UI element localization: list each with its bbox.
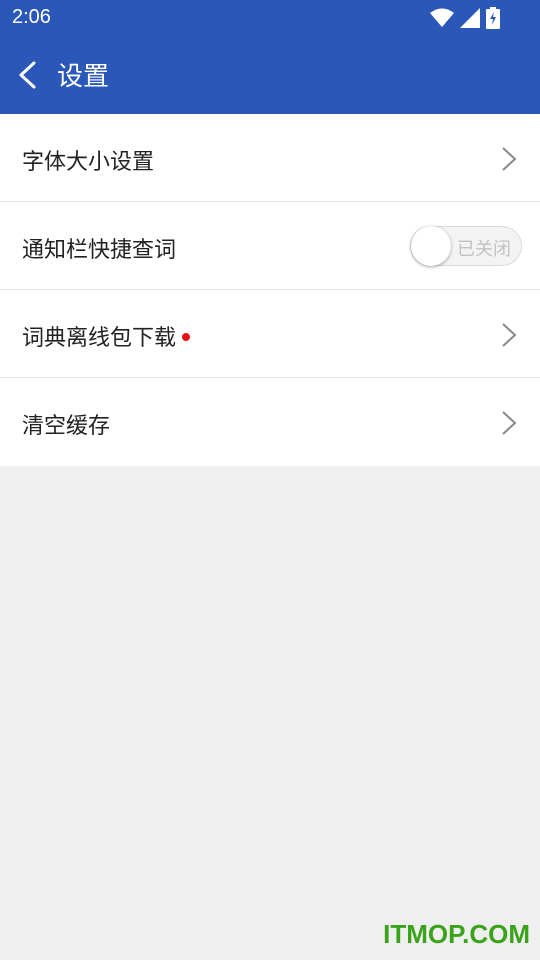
settings-item-offline-dictionary[interactable]: 词典离线包下载 [0, 290, 540, 378]
settings-item-notification-lookup: 通知栏快捷查词 已关闭 [0, 202, 540, 290]
chevron-right-icon [502, 323, 517, 347]
toggle-knob [411, 226, 451, 266]
watermark: ITMOP.COM [383, 919, 530, 949]
settings-item-clear-cache[interactable]: 清空缓存 [0, 378, 540, 466]
chevron-right-icon [502, 147, 517, 171]
settings-item-label: 字体大小设置 [22, 150, 155, 175]
app-bar: 设置 [0, 36, 540, 114]
status-time: 2:06 [12, 6, 51, 28]
cellular-signal-icon [460, 8, 480, 28]
settings-item-label: 清空缓存 [22, 414, 111, 439]
status-bar: 2:06 [0, 0, 540, 36]
wifi-icon [430, 8, 454, 27]
notification-lookup-toggle[interactable]: 已关闭 [410, 226, 522, 266]
settings-item-label: 词典离线包下载 [22, 326, 177, 351]
page-title: 设置 [57, 62, 110, 92]
battery-charging-icon [486, 7, 500, 29]
status-icons [430, 7, 500, 29]
chevron-right-icon [502, 411, 517, 435]
chevron-left-icon[interactable] [10, 54, 48, 96]
settings-item-font-size[interactable]: 字体大小设置 [0, 114, 540, 202]
new-badge-dot [182, 333, 191, 341]
settings-list: 字体大小设置 通知栏快捷查词 已关闭 词典离线包下载 清空缓存 [0, 114, 540, 466]
settings-item-label: 通知栏快捷查词 [22, 238, 177, 263]
settings-item-label-wrap: 词典离线包下载 [22, 320, 191, 352]
toggle-state-text: 已关闭 [457, 239, 511, 260]
